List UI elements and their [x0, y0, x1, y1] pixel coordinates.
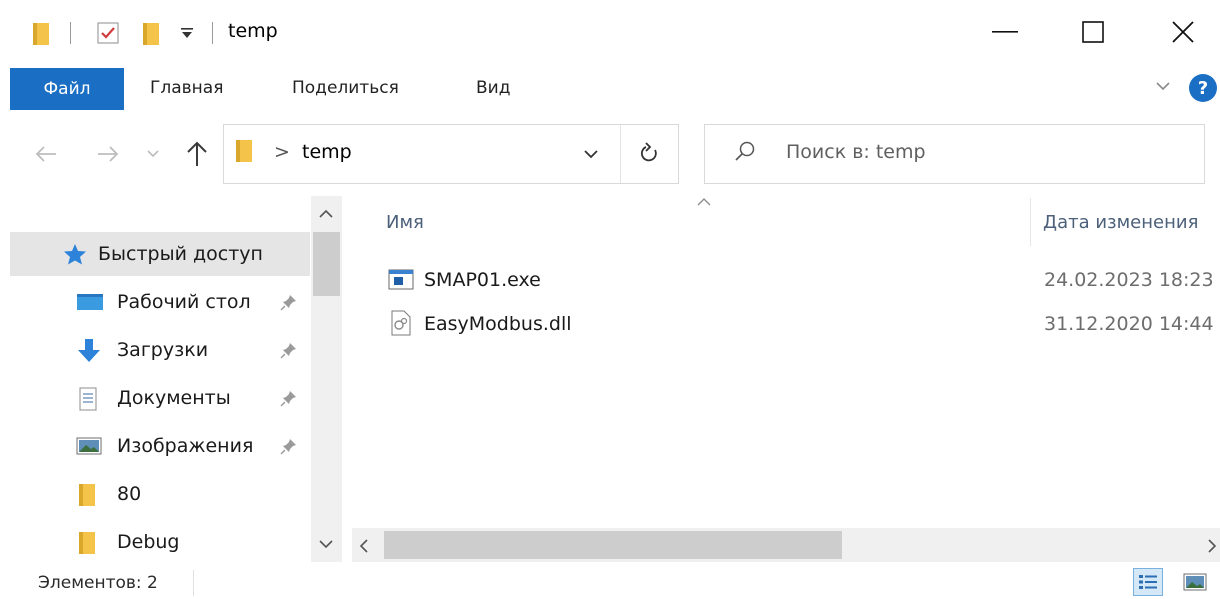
address-separator — [620, 125, 621, 183]
column-divider[interactable] — [1030, 198, 1031, 246]
file-name: SMAP01.exe — [424, 269, 541, 291]
nav-item-desktop[interactable]: Рабочий стол — [10, 280, 310, 324]
details-view-button[interactable] — [1133, 568, 1163, 596]
up-button[interactable] — [185, 140, 209, 168]
back-button[interactable] — [34, 144, 58, 164]
folder-icon — [76, 530, 102, 554]
nav-item-label: Документы — [117, 387, 231, 409]
star-icon — [62, 242, 88, 266]
properties-icon[interactable] — [95, 20, 121, 46]
breadcrumb-current[interactable]: temp — [302, 141, 352, 163]
details-view-icon — [1138, 573, 1158, 591]
recent-locations-icon[interactable] — [145, 148, 161, 160]
nav-item-label: Быстрый доступ — [98, 243, 263, 265]
nav-pane-scrollbar-thumb[interactable] — [313, 232, 340, 296]
folder-icon[interactable] — [30, 20, 52, 46]
pin-icon[interactable] — [280, 437, 298, 455]
scroll-left-icon[interactable] — [358, 538, 370, 554]
toolbar-separator — [70, 22, 71, 44]
file-row[interactable]: SMAP01.exe 24.02.2023 18:23 — [384, 260, 1220, 300]
tab-view[interactable]: Вид — [476, 78, 510, 98]
pictures-icon — [76, 434, 102, 458]
pin-icon[interactable] — [280, 341, 298, 359]
column-header-name[interactable]: Имя — [386, 212, 424, 233]
new-folder-icon[interactable] — [140, 20, 162, 46]
tab-file[interactable]: Файл — [10, 68, 124, 110]
help-icon[interactable]: ? — [1189, 74, 1217, 102]
tab-home[interactable]: Главная — [150, 78, 223, 98]
nav-item-documents[interactable]: Документы — [10, 376, 310, 420]
downloads-icon — [76, 338, 102, 362]
nav-item-downloads[interactable]: Загрузки — [10, 328, 310, 372]
pin-icon[interactable] — [280, 293, 298, 311]
folder-icon — [76, 482, 102, 506]
nav-item-label: Изображения — [117, 435, 254, 457]
sort-ascending-icon — [696, 197, 712, 207]
customize-dropdown-icon[interactable] — [180, 26, 194, 40]
search-placeholder: Поиск в: temp — [786, 141, 926, 163]
file-row[interactable]: EasyModbus.dll 31.12.2020 14:44 — [384, 304, 1220, 344]
search-icon — [733, 140, 757, 164]
desktop-icon — [76, 290, 103, 314]
address-dropdown-icon[interactable] — [582, 148, 600, 160]
ribbon-expand-icon[interactable] — [1155, 80, 1171, 92]
nav-item-label: Debug — [117, 531, 180, 553]
breadcrumb-chevron-icon[interactable]: > — [274, 141, 290, 163]
pin-icon[interactable] — [280, 389, 298, 407]
scroll-up-icon[interactable] — [318, 208, 334, 220]
dll-icon — [390, 310, 412, 336]
file-date: 31.12.2020 14:44 — [1044, 313, 1214, 335]
close-button[interactable] — [1153, 8, 1213, 56]
search-input[interactable] — [704, 124, 1205, 184]
window-title: temp — [228, 20, 278, 42]
nav-item-label: 80 — [117, 483, 142, 505]
status-item-count: Элементов: 2 — [38, 573, 158, 593]
large-icons-view-icon[interactable] — [1182, 571, 1208, 593]
maximize-button[interactable] — [1063, 8, 1123, 56]
file-date: 24.02.2023 18:23 — [1044, 269, 1214, 291]
file-name: EasyModbus.dll — [424, 313, 572, 335]
address-bar[interactable] — [223, 124, 679, 184]
tab-share[interactable]: Поделиться — [292, 78, 399, 98]
forward-button[interactable] — [96, 144, 120, 164]
column-header-date[interactable]: Дата изменения — [1043, 212, 1198, 233]
nav-item-folder-debug[interactable]: Debug — [10, 520, 310, 564]
nav-item-label: Загрузки — [117, 339, 209, 361]
nav-item-label: Рабочий стол — [117, 291, 251, 313]
exe-icon — [388, 268, 414, 292]
nav-item-folder-80[interactable]: 80 — [10, 472, 310, 516]
toolbar-separator — [212, 22, 213, 44]
documents-icon — [76, 386, 102, 411]
scroll-down-icon[interactable] — [318, 538, 334, 550]
minimize-button[interactable] — [975, 8, 1035, 56]
nav-item-quick-access[interactable]: Быстрый доступ — [10, 232, 310, 276]
nav-item-pictures[interactable]: Изображения — [10, 424, 310, 468]
folder-icon — [233, 137, 255, 165]
scroll-right-icon[interactable] — [1206, 538, 1218, 554]
file-list-scrollbar-thumb[interactable] — [384, 531, 842, 559]
status-separator — [193, 570, 194, 596]
refresh-icon[interactable] — [638, 142, 660, 166]
